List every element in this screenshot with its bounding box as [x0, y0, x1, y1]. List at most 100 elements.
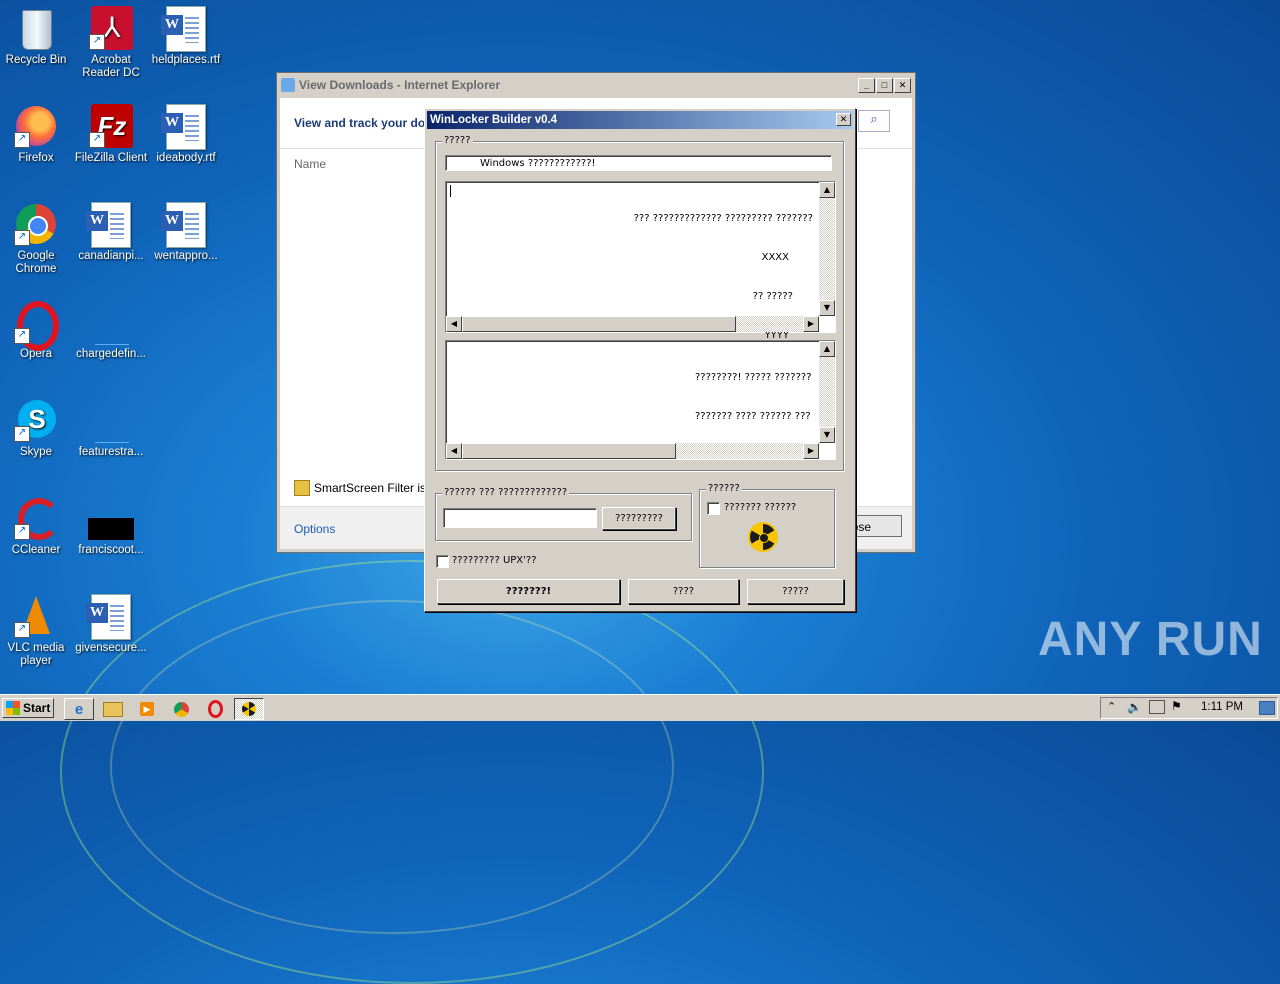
desktop-icon-chrome[interactable]: ↗ Google Chrome — [0, 202, 76, 276]
recycle-bin-icon — [14, 6, 58, 50]
opera-taskbar-icon[interactable] — [200, 698, 230, 720]
code-group: ?????? ??? ????????????? ????????? — [435, 487, 692, 541]
scroll-down-icon[interactable]: ▼ — [819, 300, 835, 316]
close-button[interactable]: ✕ — [894, 77, 911, 93]
desktop-icon-firefox[interactable]: ↗ Firefox — [0, 104, 76, 165]
desktop-icon-label: VLC media player — [7, 642, 65, 667]
desktop-icon-label: Recycle Bin — [5, 54, 67, 66]
internet-explorer-taskbar-icon[interactable]: e — [64, 698, 94, 720]
radiation-icon — [750, 524, 776, 550]
clock[interactable]: 1:11 PM — [1201, 701, 1243, 713]
desktop-icon-wentappro[interactable]: W wentappro... — [146, 202, 226, 263]
desktop-icon-ccleaner[interactable]: ↗ CCleaner — [0, 496, 76, 557]
word-document-icon: W — [161, 6, 208, 52]
desktop-icon-heldplaces[interactable]: W heldplaces.rtf — [146, 6, 226, 67]
message-text-area[interactable]: ??? ????????????? ????????? ??????? XXXX… — [445, 181, 836, 380]
main-group-legend: ????? — [442, 135, 473, 146]
footer-line: ????????! ????? ??????? — [695, 372, 812, 383]
winlocker-builder-window: WinLocker Builder v0.4 ✕ ????? Windows ?… — [424, 108, 856, 612]
desktop-icon-ideabody[interactable]: W ideabody.rtf — [146, 104, 226, 165]
message-vertical-scrollbar[interactable]: ▲ ▼ — [819, 182, 835, 316]
maximize-button[interactable]: □ — [876, 77, 893, 93]
minimize-button[interactable]: _ — [858, 77, 875, 93]
scroll-up-icon[interactable]: ▲ — [819, 341, 835, 357]
upx-checkbox-label: ????????? UPX'?? — [452, 555, 537, 566]
desktop-icon-featurestra[interactable]: featurestra... — [71, 398, 151, 459]
scroll-down-icon[interactable]: ▼ — [819, 427, 835, 443]
taskbar: Start e ▶ ⌃ 🔈 ⚑ 1:11 PM — [0, 694, 1280, 721]
desktop-icon-givensecure[interactable]: W givensecure... — [71, 594, 151, 655]
desktop-icon-filezilla[interactable]: Fz ↗ FileZilla Client — [71, 104, 151, 165]
volume-icon[interactable]: 🔈 — [1127, 700, 1142, 714]
show-hidden-icons-chevron-icon[interactable]: ⌃ — [1107, 700, 1116, 713]
skype-icon: S ↗ — [14, 398, 58, 442]
desktop-icon-label: Acrobat Reader DC — [82, 54, 140, 79]
acrobat-icon: ⅄ ↗ — [89, 6, 133, 50]
winlocker-titlebar: WinLocker Builder v0.4 ✕ — [427, 111, 853, 129]
winlocker-taskbar-icon[interactable] — [234, 698, 264, 720]
anyrun-watermark: ANY RUN — [1038, 613, 1263, 666]
chrome-taskbar-icon[interactable] — [166, 698, 196, 720]
generate-code-button[interactable]: ????????? — [602, 507, 676, 530]
desktop-icon-label: CCleaner — [11, 544, 61, 556]
desktop-icon-label: canadianpi... — [78, 250, 144, 262]
footer-text-area[interactable]: ????????! ????? ??????? ??????? ???? ???… — [445, 340, 836, 460]
text-cursor — [450, 185, 451, 197]
word-document-icon: W — [86, 594, 133, 640]
message-line: ??? ????????????? ????????? ??????? — [633, 213, 813, 224]
word-document-icon: W — [161, 104, 208, 150]
desktop-icon-canadianpi[interactable]: W canadianpi... — [71, 202, 151, 263]
ie-window-title: View Downloads - Internet Explorer — [299, 78, 501, 92]
desktop-icon-label: wentappro... — [154, 250, 218, 262]
dialog-button-two[interactable]: ???? — [628, 579, 739, 604]
desktop-icon-opera[interactable]: ↗ Opera — [0, 300, 76, 361]
message-line: XXXX — [761, 252, 789, 263]
chrome-icon: ↗ — [14, 202, 58, 246]
desktop-icon-vlc[interactable]: ↗ VLC media player — [0, 594, 76, 668]
scroll-right-icon[interactable]: ▶ — [803, 316, 819, 332]
main-group: ????? Windows ????????????! ??? ????????… — [435, 135, 844, 471]
title-text-field[interactable]: Windows ????????????! — [445, 155, 832, 171]
build-button[interactable]: ???????! — [437, 579, 620, 604]
scroll-right-icon[interactable]: ▶ — [803, 443, 819, 459]
upx-checkbox[interactable] — [436, 555, 449, 568]
scroll-up-icon[interactable]: ▲ — [819, 182, 835, 198]
media-player-taskbar-icon[interactable]: ▶ — [132, 698, 162, 720]
blank-file-icon — [89, 398, 133, 443]
show-desktop-icon[interactable] — [1259, 701, 1275, 715]
start-button[interactable]: Start — [2, 698, 54, 718]
code-group-legend: ?????? ??? ????????????? — [442, 487, 570, 498]
desktop-icon-acrobat[interactable]: ⅄ ↗ Acrobat Reader DC — [71, 6, 151, 80]
desktop-icon-chargedefin[interactable]: chargedefin... — [71, 300, 151, 361]
scroll-thumb[interactable] — [462, 443, 676, 459]
word-document-icon: W — [86, 202, 133, 248]
message-horizontal-scrollbar[interactable]: ◀ ▶ — [446, 316, 819, 332]
word-document-icon: W — [161, 202, 208, 248]
scroll-left-icon[interactable]: ◀ — [446, 443, 462, 459]
filezilla-icon: Fz ↗ — [89, 104, 133, 148]
desktop-icon-label: Firefox — [18, 152, 54, 164]
desktop-icon-recycle-bin[interactable]: Recycle Bin — [0, 6, 76, 67]
close-icon[interactable]: ✕ — [836, 113, 851, 126]
options-group-legend: ?????? — [706, 483, 742, 494]
network-icon[interactable] — [1149, 700, 1165, 714]
scroll-left-icon[interactable]: ◀ — [446, 316, 462, 332]
desktop-icon-skype[interactable]: S ↗ Skype — [0, 398, 76, 459]
action-center-flag-icon[interactable]: ⚑ — [1171, 699, 1182, 713]
options-checkbox[interactable] — [707, 502, 720, 515]
file-explorer-taskbar-icon[interactable] — [98, 698, 128, 720]
desktop-icon-label: Skype — [20, 446, 52, 458]
desktop-icon-franciscoot[interactable]: franciscoot... — [71, 496, 151, 557]
footer-horizontal-scrollbar[interactable]: ◀ ▶ — [446, 443, 819, 459]
windows-logo-icon — [6, 701, 20, 715]
desktop-icon-label: givensecure... — [75, 642, 147, 654]
winlocker-title: WinLocker Builder v0.4 — [430, 114, 558, 126]
unlock-code-input[interactable] — [443, 508, 597, 528]
options-checkbox-label: ??????? ?????? — [724, 502, 797, 513]
dialog-button-three[interactable]: ????? — [747, 579, 844, 604]
desktop-icon-label: ideabody.rtf — [156, 152, 216, 164]
footer-vertical-scrollbar[interactable]: ▲ ▼ — [819, 341, 835, 443]
scroll-thumb[interactable] — [462, 316, 736, 332]
options-link[interactable]: Options — [294, 522, 335, 536]
search-icon[interactable]: ⌕ — [858, 110, 890, 132]
